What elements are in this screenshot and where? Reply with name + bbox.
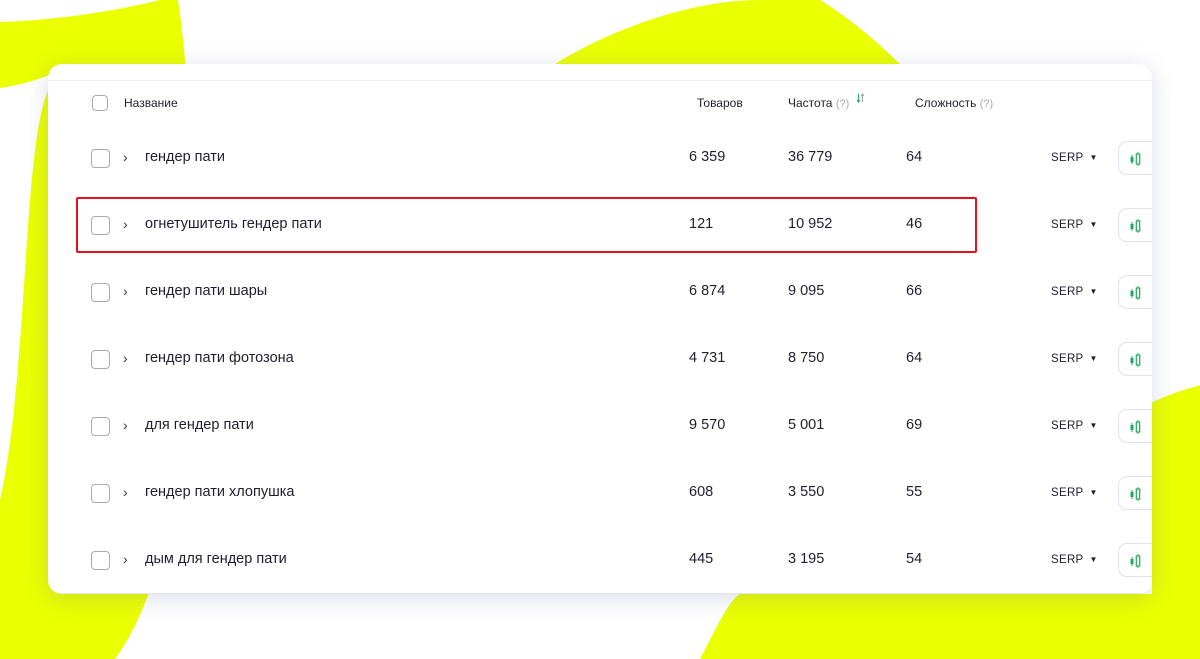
caret-down-icon: ▼	[1089, 354, 1098, 363]
row-checkbox[interactable]	[91, 216, 110, 235]
header-difficulty-label: Сложность	[915, 96, 977, 110]
table-row[interactable]: › огнетушитель гендер пати 121 10 952 46 SERP…	[48, 191, 1152, 259]
select-all-checkbox[interactable]	[92, 95, 108, 111]
keyword-name: гендер пати хлопушка	[145, 484, 295, 500]
sort-icon[interactable]	[856, 93, 865, 103]
caret-down-icon: ▼	[1089, 220, 1098, 229]
chevron-right-icon[interactable]: ›	[123, 191, 128, 258]
chart-button[interactable]	[1118, 208, 1152, 242]
chart-button[interactable]	[1118, 342, 1152, 376]
serp-dropdown[interactable]: SERP ▼	[1051, 191, 1098, 258]
difficulty-value: 64	[906, 350, 923, 366]
caret-down-icon: ▼	[1089, 421, 1098, 430]
serp-label: SERP	[1051, 152, 1084, 164]
row-checkbox[interactable]	[91, 149, 110, 168]
keyword-name: для гендер пати	[145, 417, 254, 433]
keyword-name: гендер пати шары	[145, 283, 268, 299]
serp-label: SERP	[1051, 420, 1084, 432]
serp-dropdown[interactable]: SERP ▼	[1051, 124, 1098, 191]
candlestick-icon	[1130, 487, 1141, 501]
header-products[interactable]: Товаров	[697, 81, 743, 125]
keyword-name: огнетушитель гендер пати	[145, 216, 322, 232]
difficulty-value: 54	[906, 551, 923, 567]
caret-down-icon: ▼	[1089, 555, 1098, 564]
frequency-help-icon[interactable]: (?)	[836, 98, 849, 110]
frequency-value: 10 952	[788, 216, 833, 232]
row-checkbox[interactable]	[91, 417, 110, 436]
header-frequency-label: Частота	[788, 96, 833, 110]
serp-label: SERP	[1051, 554, 1084, 566]
chart-button[interactable]	[1118, 543, 1152, 577]
chevron-right-icon[interactable]: ›	[123, 526, 128, 593]
serp-dropdown[interactable]: SERP ▼	[1051, 392, 1098, 459]
products-count: 121	[689, 216, 714, 232]
difficulty-value: 55	[906, 484, 923, 500]
products-count: 6 359	[689, 149, 726, 165]
serp-dropdown[interactable]: SERP ▼	[1051, 325, 1098, 392]
difficulty-value: 46	[906, 216, 923, 232]
difficulty-value: 66	[906, 283, 923, 299]
chart-button[interactable]	[1118, 141, 1152, 175]
frequency-value: 5 001	[788, 417, 825, 433]
header-name[interactable]: Название	[124, 81, 178, 125]
frequency-value: 9 095	[788, 283, 825, 299]
difficulty-value: 64	[906, 149, 923, 165]
table-header: Название Товаров Частота (?) Сложность (…	[48, 80, 1152, 126]
serp-dropdown[interactable]: SERP ▼	[1051, 258, 1098, 325]
difficulty-help-icon[interactable]: (?)	[980, 98, 993, 110]
candlestick-icon	[1130, 286, 1141, 300]
table-row[interactable]: › гендер пати 6 359 36 779 64 SERP ▼	[48, 124, 1152, 192]
row-checkbox[interactable]	[91, 484, 110, 503]
serp-label: SERP	[1051, 353, 1084, 365]
chevron-right-icon[interactable]: ›	[123, 258, 128, 325]
row-checkbox[interactable]	[91, 283, 110, 302]
table-row[interactable]: › гендер пати хлопушка 608 3 550 55 SERP ▼	[48, 459, 1152, 527]
chevron-right-icon[interactable]: ›	[123, 459, 128, 526]
serp-label: SERP	[1051, 219, 1084, 231]
chart-button[interactable]	[1118, 409, 1152, 443]
serp-label: SERP	[1051, 487, 1084, 499]
row-checkbox[interactable]	[91, 350, 110, 369]
row-checkbox[interactable]	[91, 551, 110, 570]
keyword-name: гендер пати фотозона	[145, 350, 294, 366]
caret-down-icon: ▼	[1089, 488, 1098, 497]
keyword-name: гендер пати	[145, 149, 225, 165]
serp-dropdown[interactable]: SERP ▼	[1051, 526, 1098, 593]
caret-down-icon: ▼	[1089, 287, 1098, 296]
table-row[interactable]: › гендер пати шары 6 874 9 095 66 SERP ▼	[48, 258, 1152, 326]
products-count: 4 731	[689, 350, 726, 366]
frequency-value: 3 550	[788, 484, 825, 500]
products-count: 608	[689, 484, 714, 500]
frequency-value: 8 750	[788, 350, 825, 366]
table-row[interactable]: › дым для гендер пати 445 3 195 54 SERP ▼	[48, 526, 1152, 594]
table-row[interactable]: › для гендер пати 9 570 5 001 69 SERP ▼	[48, 392, 1152, 460]
chevron-right-icon[interactable]: ›	[123, 325, 128, 392]
header-difficulty[interactable]: Сложность (?)	[915, 81, 993, 125]
chevron-right-icon[interactable]: ›	[123, 124, 128, 191]
keywords-table-card: Название Товаров Частота (?) Сложность (…	[48, 64, 1152, 594]
candlestick-icon	[1130, 353, 1141, 367]
chevron-right-icon[interactable]: ›	[123, 392, 128, 459]
products-count: 6 874	[689, 283, 726, 299]
candlestick-icon	[1130, 152, 1141, 166]
serp-dropdown[interactable]: SERP ▼	[1051, 459, 1098, 526]
products-count: 445	[689, 551, 714, 567]
header-frequency[interactable]: Частота (?)	[788, 81, 865, 125]
products-count: 9 570	[689, 417, 726, 433]
candlestick-icon	[1130, 219, 1141, 233]
caret-down-icon: ▼	[1089, 153, 1098, 162]
table-row[interactable]: › гендер пати фотозона 4 731 8 750 64 SERP ▼	[48, 325, 1152, 393]
difficulty-value: 69	[906, 417, 923, 433]
keyword-name: дым для гендер пати	[145, 551, 287, 567]
frequency-value: 36 779	[788, 149, 833, 165]
frequency-value: 3 195	[788, 551, 825, 567]
candlestick-icon	[1130, 420, 1141, 434]
candlestick-icon	[1130, 554, 1141, 568]
chart-button[interactable]	[1118, 275, 1152, 309]
serp-label: SERP	[1051, 286, 1084, 298]
chart-button[interactable]	[1118, 476, 1152, 510]
